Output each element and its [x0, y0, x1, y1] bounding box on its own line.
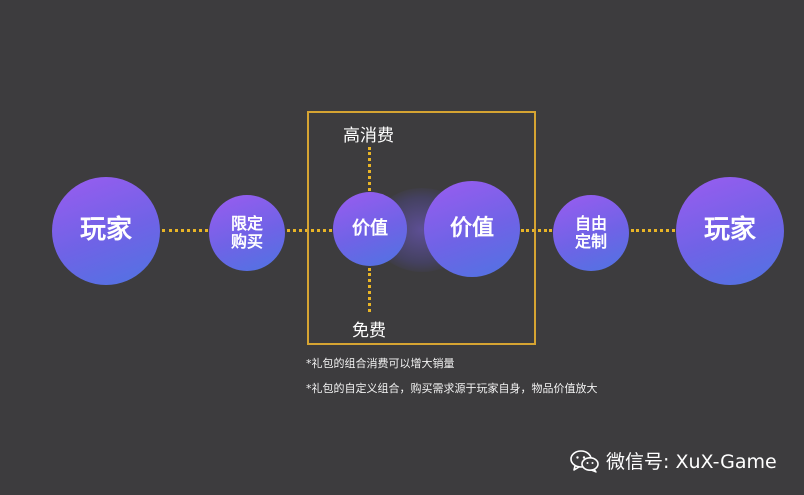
value-small-label: 价值 [352, 217, 388, 239]
custom-line-1: 自由 [574, 213, 607, 233]
free-label: 免费 [352, 321, 386, 341]
note-bundle-sales: *礼包的组合消费可以增大销量 [306, 357, 455, 370]
wechat-icon [570, 449, 599, 473]
custom-line-2: 定制 [574, 232, 607, 251]
value-node-small: 价值 [333, 192, 407, 266]
limited-purchase-node: 限定 购买 [209, 195, 285, 271]
high-spend-label: 高消费 [343, 126, 394, 146]
player-right-label: 玩家 [703, 215, 756, 246]
value-large-label: 价值 [449, 215, 494, 242]
connector-custom-player [631, 229, 675, 232]
player-node-right: 玩家 [676, 177, 784, 285]
wechat-watermark: 微信号: XuX-Game [570, 447, 777, 474]
limited-line-1: 限定 [230, 213, 263, 233]
diagram-canvas: 高消费 免费 玩家 限定 购买 价值 价值 自由 定制 玩家 *礼包的组合消费可… [0, 0, 804, 495]
limited-line-2: 购买 [230, 232, 263, 251]
value-node-large: 价值 [424, 181, 520, 277]
note-custom-bundle: *礼包的自定义组合，购买需求源于玩家自身，物品价值放大 [306, 382, 598, 395]
free-custom-node: 自由 定制 [553, 195, 629, 271]
connector-player-limited [162, 229, 208, 232]
player-left-label: 玩家 [79, 215, 132, 246]
wechat-id-text: 微信号: XuX-Game [606, 451, 777, 473]
player-node-left: 玩家 [52, 177, 160, 285]
